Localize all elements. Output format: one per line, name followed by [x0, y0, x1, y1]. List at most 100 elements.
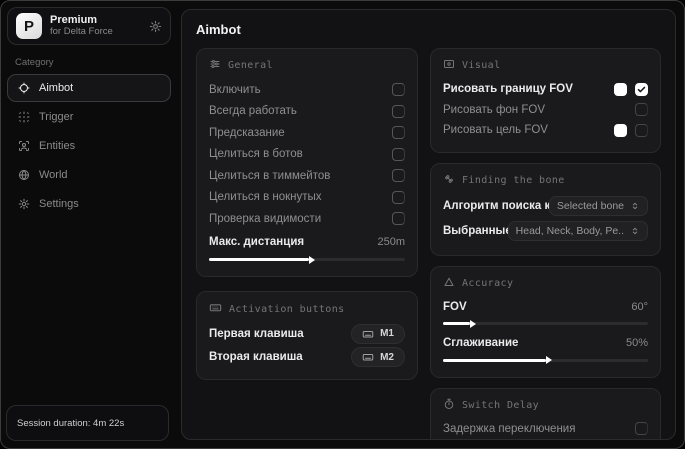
- bone-algorithm-select[interactable]: Selected bone: [548, 196, 648, 216]
- smoothing-slider[interactable]: [443, 354, 648, 366]
- setting-row-switch-delay-toggle: Задержка переключения: [443, 419, 648, 440]
- visual-card: Visual Рисовать границу FOV Рисовать фон…: [430, 48, 661, 153]
- sidebar-item-label: Settings: [39, 198, 79, 210]
- app-window: P Premium for Delta Force Category Aimbo…: [0, 0, 685, 449]
- setting-row-prediction: Предсказание: [209, 122, 405, 144]
- checkbox[interactable]: [392, 104, 405, 118]
- setting-row-fov-border: Рисовать границу FOV: [443, 79, 648, 100]
- selected-option: Selected bone: [556, 200, 624, 212]
- eye-box-icon: [443, 58, 455, 73]
- hotkey-value: M1: [380, 328, 394, 340]
- bone-icon: [443, 173, 455, 188]
- setting-row-fov-target: Рисовать цель FOV: [443, 120, 648, 141]
- unfold-icon: [630, 201, 640, 211]
- trigger-crosshair-icon: [18, 111, 30, 123]
- setting-row-fov: FOV 60°: [443, 297, 648, 318]
- setting-row-visibility-check: Проверка видимости: [209, 208, 405, 230]
- person-scan-icon: [18, 140, 30, 152]
- hotkey-row-second: Вторая клавиша M2: [209, 347, 405, 369]
- sidebar-item-settings[interactable]: Settings: [7, 190, 171, 218]
- setting-label: Целиться в ботов: [209, 148, 303, 161]
- setting-label: Рисовать цель FOV: [443, 124, 548, 137]
- hotkey-label: Первая клавиша: [209, 327, 304, 340]
- setting-label: Включить: [209, 83, 261, 96]
- setting-row-selected-bones: Выбранные кости Head, Neck, Body, Pe..: [443, 219, 648, 244]
- category-label: Category: [15, 57, 54, 68]
- setting-label: Рисовать фон FOV: [443, 103, 545, 116]
- activation-buttons-card: Activation buttons Первая клавиша M1 Вто…: [196, 291, 418, 380]
- setting-row-max-distance: Макс. дистанция 250m: [209, 232, 405, 254]
- setting-label: Предсказание: [209, 126, 285, 139]
- globe-icon: [18, 169, 30, 181]
- sidebar-item-label: World: [39, 169, 68, 181]
- bone-header: Finding the bone: [443, 173, 648, 188]
- setting-label: Задержка переключения: [443, 422, 576, 435]
- sidebar-item-world[interactable]: World: [7, 161, 171, 189]
- setting-label: Целиться в нокнутых: [209, 191, 322, 204]
- setting-label: FOV: [443, 300, 467, 313]
- brand-logo: P: [16, 13, 42, 39]
- checkbox[interactable]: [392, 169, 405, 183]
- brand-text: Premium for Delta Force: [50, 14, 113, 38]
- triangle-icon: [443, 276, 455, 291]
- stopwatch-icon: [443, 398, 455, 413]
- unfold-icon: [630, 226, 640, 236]
- hotkey-value: M2: [380, 351, 394, 363]
- checkbox[interactable]: [392, 147, 405, 161]
- activation-header: Activation buttons: [209, 301, 405, 317]
- main-panel: Aimbot General Включить Всегда работать …: [181, 9, 676, 440]
- sidebar-nav: Aimbot Trigger Entities World Settings: [7, 74, 171, 219]
- sidebar-item-label: Aimbot: [39, 82, 74, 94]
- checkbox[interactable]: [392, 126, 405, 140]
- setting-label: Выбранные кости: [443, 225, 508, 237]
- setting-row-smoothing: Сглаживание 50%: [443, 333, 648, 354]
- setting-label: Всегда работать: [209, 105, 297, 118]
- sidebar-item-label: Entities: [39, 140, 76, 152]
- setting-label: Макс. дистанция: [209, 236, 305, 249]
- setting-label: Сглаживание: [443, 337, 519, 350]
- checkbox[interactable]: [635, 422, 648, 436]
- hotkey-label: Вторая клавиша: [209, 351, 303, 364]
- selected-bones-select[interactable]: Head, Neck, Body, Pe..: [507, 221, 648, 241]
- page-title: Aimbot: [196, 22, 241, 37]
- checkbox[interactable]: [635, 82, 648, 96]
- sidebar-item-trigger[interactable]: Trigger: [7, 103, 171, 131]
- accuracy-card: Accuracy FOV 60° Сглаживание 50%: [430, 265, 661, 378]
- checkbox[interactable]: [392, 190, 405, 204]
- hotkey-button-second[interactable]: M2: [351, 347, 405, 368]
- color-swatch[interactable]: [614, 82, 627, 96]
- setting-value: 250m: [377, 236, 405, 249]
- brand-box: P Premium for Delta Force: [7, 7, 171, 45]
- setting-label: Проверка видимости: [209, 212, 322, 225]
- sidebar: P Premium for Delta Force Category Aimbo…: [1, 1, 177, 448]
- fov-slider[interactable]: [443, 317, 648, 329]
- setting-row-enable: Включить: [209, 79, 405, 101]
- sidebar-item-label: Trigger: [39, 111, 74, 123]
- sidebar-item-entities[interactable]: Entities: [7, 132, 171, 160]
- keyboard-icon: [209, 301, 222, 317]
- color-swatch[interactable]: [614, 123, 627, 137]
- session-duration-box: Session duration: 4m 22s: [6, 405, 169, 441]
- checkbox[interactable]: [392, 212, 405, 226]
- crosshair-icon: [18, 82, 30, 94]
- session-duration-label: Session duration: 4m 22s: [17, 417, 125, 429]
- sliders-icon: [209, 58, 221, 73]
- setting-label: Целиться в тиммейтов: [209, 169, 331, 182]
- brand-subtitle: for Delta Force: [50, 25, 113, 37]
- general-card: General Включить Всегда работать Предска…: [196, 48, 418, 277]
- setting-row-target-bots: Целиться в ботов: [209, 144, 405, 166]
- hotkey-button-first[interactable]: M1: [351, 323, 405, 344]
- checkbox[interactable]: [635, 123, 648, 137]
- checkbox[interactable]: [392, 83, 405, 97]
- brand-title: Premium: [50, 14, 98, 27]
- setting-row-always-work: Всегда работать: [209, 101, 405, 123]
- gear-icon[interactable]: [149, 20, 162, 33]
- gear-icon: [18, 198, 30, 210]
- finding-bone-card: Finding the bone Алгоритм поиска кости S…: [430, 162, 661, 256]
- accuracy-header: Accuracy: [443, 276, 648, 291]
- sidebar-item-aimbot[interactable]: Aimbot: [7, 74, 171, 102]
- max-distance-slider[interactable]: [209, 253, 405, 265]
- setting-value: 60°: [631, 300, 648, 313]
- switch-delay-header: Switch Delay: [443, 398, 648, 413]
- checkbox[interactable]: [635, 103, 648, 117]
